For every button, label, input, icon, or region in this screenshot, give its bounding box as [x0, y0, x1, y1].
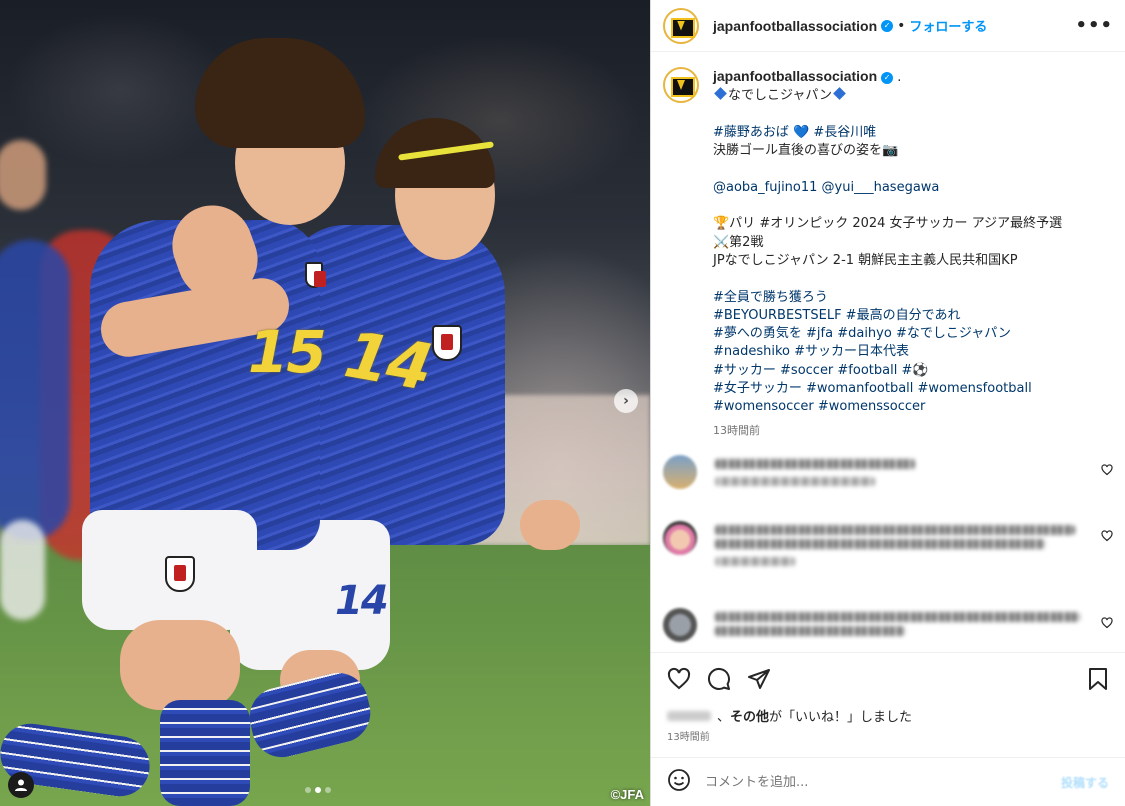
carousel-dot — [325, 787, 331, 793]
speech-bubble-icon — [707, 667, 730, 690]
post-header: japanfootballassociation ✓ • フォローする ••• — [651, 0, 1125, 52]
commenter-avatar[interactable] — [663, 608, 697, 642]
caption-hashtag-line[interactable]: #女子サッカー #womanfootball #womensfootball — [713, 380, 1062, 398]
heart-icon — [1101, 464, 1113, 476]
likes-summary[interactable]: 、 その他 が「いいね！」しました — [667, 706, 912, 725]
comment-body — [715, 608, 1085, 640]
caption-body: japanfootballassociation ✓ . なでしこジャパン #藤野… — [713, 67, 1062, 440]
post-photo[interactable]: 14 14 15 › ©JFA — [0, 0, 650, 806]
follow-button[interactable]: フォローする — [909, 16, 987, 35]
caption-dot: . — [897, 70, 902, 85]
comment-body — [715, 455, 1085, 486]
emoji-icon — [668, 769, 690, 791]
author-avatar[interactable] — [663, 7, 699, 44]
player14-hand — [520, 500, 580, 550]
comment-text-blurred — [715, 626, 905, 636]
comment-meta-blurred — [715, 477, 875, 486]
caption-mentions[interactable]: @aoba_fujino11 @yui___hasegawa — [713, 179, 1062, 197]
author-username[interactable]: japanfootballassociation — [713, 18, 877, 34]
comment-meta-blurred — [715, 557, 795, 566]
player14-shorts-number: 14 — [335, 578, 389, 624]
caption-event-line: 🏆パリ #オリンピック 2024 女子サッカー アジア最終予選 — [713, 216, 1063, 232]
add-comment-bar: 投稿する — [651, 757, 1125, 806]
commenter-avatar[interactable] — [663, 521, 697, 555]
tagged-users-button[interactable] — [8, 772, 34, 798]
post-comment-button[interactable]: 投稿する — [1061, 774, 1109, 791]
caption-timestamp[interactable]: 13時間前 — [713, 422, 1062, 440]
carousel-dot-active — [315, 787, 321, 793]
comment-text-blurred — [715, 459, 915, 469]
post-timestamp[interactable]: 13時間前 — [667, 728, 710, 743]
blue-diamond-icon — [714, 87, 727, 101]
post-action-bar — [651, 652, 1125, 704]
comments-scroll-area[interactable]: japanfootballassociation ✓ . なでしこジャパン #藤野… — [651, 53, 1125, 650]
liker-name-blurred — [667, 710, 711, 721]
comment-text-blurred — [715, 525, 1075, 535]
caption-author-avatar[interactable] — [663, 67, 699, 103]
caption-hashtag-line[interactable]: #womensoccer #womenssoccer — [713, 398, 1062, 416]
likes-separator: 、 — [717, 710, 731, 725]
carousel-next-button[interactable]: › — [614, 389, 638, 413]
post-caption: japanfootballassociation ✓ . なでしこジャパン #藤野… — [651, 53, 1125, 440]
player15-shirt-number: 15 — [248, 318, 327, 386]
caption-hashtags-players[interactable]: #藤野あおば 💙 #長谷川唯 — [713, 124, 1062, 142]
player14-shirt-number: 14 — [339, 318, 436, 406]
photo-bg-player-shorts — [0, 520, 45, 620]
player15-sock — [160, 700, 250, 806]
player15-crest — [305, 262, 326, 288]
photo-bg-player-head — [0, 140, 46, 210]
photo-copyright: ©JFA — [610, 787, 644, 802]
heart-icon — [667, 667, 691, 689]
comment-item — [651, 455, 1125, 489]
user-icon — [15, 779, 27, 791]
emoji-button[interactable] — [667, 768, 691, 796]
share-button[interactable] — [747, 667, 771, 691]
commenter-avatar[interactable] — [663, 455, 697, 489]
comment-like-button[interactable] — [1101, 614, 1113, 633]
post-side-panel: japanfootballassociation ✓ • フォローする ••• … — [650, 0, 1125, 806]
caption-username[interactable]: japanfootballassociation — [713, 68, 877, 84]
player15-shorts-crest — [165, 556, 195, 592]
verified-badge-icon: ✓ — [881, 72, 894, 84]
caption-title-line: なでしこジャパン — [713, 87, 1062, 105]
comment-text-blurred — [715, 539, 1045, 549]
verified-badge-icon: ✓ — [881, 19, 894, 32]
caption-hashtag-line[interactable]: #BEYOURBESTSELF #最高の自分であれ — [713, 307, 1062, 325]
likes-others-link[interactable]: その他 — [730, 706, 769, 725]
caption-score-line: JPなでしこジャパン 2-1 朝鮮民主主義人民共和国KP — [713, 252, 1018, 268]
player14-crest — [432, 325, 462, 361]
heart-icon — [1101, 617, 1113, 629]
comment-text-blurred — [715, 612, 1080, 622]
comment-like-button[interactable] — [1101, 527, 1113, 546]
save-button[interactable] — [1087, 667, 1109, 691]
caption-hashtag-line[interactable]: #サッカー #soccer #football #⚽ — [713, 362, 1062, 380]
comment-input[interactable] — [705, 774, 1061, 790]
carousel-dot — [305, 787, 311, 793]
player15-leg — [120, 620, 240, 710]
caption-hashtag-line[interactable]: #nadeshiko #サッカー日本代表 — [713, 343, 1062, 361]
caption-title: なでしこジャパン — [728, 88, 833, 104]
bookmark-icon — [1089, 667, 1107, 690]
blue-diamond-icon — [833, 87, 846, 101]
more-options-button[interactable]: ••• — [1075, 15, 1113, 36]
caption-hashtag-line[interactable]: #全員で勝ち獲ろう — [713, 289, 1062, 307]
paper-plane-icon — [748, 668, 770, 689]
comment-button[interactable] — [707, 667, 731, 691]
likes-tail-text: が「いいね！」しました — [769, 710, 913, 725]
carousel-dots — [305, 787, 331, 793]
caption-round-line: ⚔️第2戦 — [713, 234, 764, 250]
like-button[interactable] — [667, 667, 691, 691]
comment-item — [651, 608, 1125, 642]
header-separator: • — [897, 17, 906, 34]
comment-item — [651, 521, 1125, 566]
caption-hashtag-line[interactable]: #夢への勇気を #jfa #daihyo #なでしこジャパン — [713, 325, 1062, 343]
comment-body — [715, 521, 1085, 566]
comment-like-button[interactable] — [1101, 461, 1113, 480]
heart-icon — [1101, 530, 1113, 542]
photo-bg-player-blue — [0, 240, 70, 540]
caption-text-line: 決勝ゴール直後の喜びの姿を📷 — [713, 143, 899, 159]
